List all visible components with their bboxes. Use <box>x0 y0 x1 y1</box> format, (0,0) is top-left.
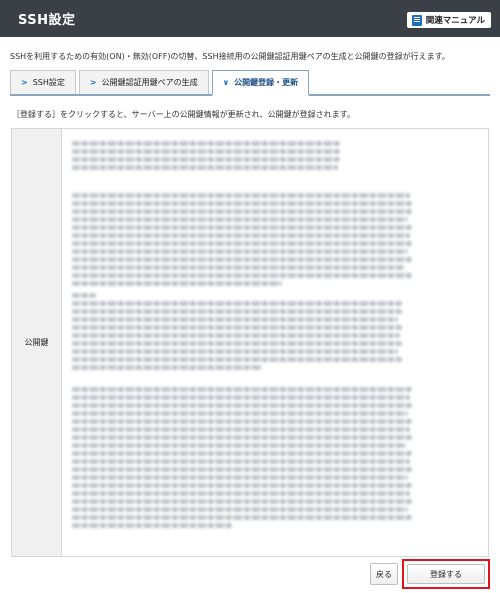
tab-public-key-register[interactable]: ∨ 公開鍵登録・更新 <box>211 70 310 96</box>
related-manual-button[interactable]: 関連マニュアル <box>406 12 491 28</box>
tab-ssh-settings[interactable]: > SSH設定 <box>10 70 76 94</box>
register-button-highlight: 登録する <box>402 559 490 589</box>
chevron-right-icon: > <box>21 78 28 87</box>
related-manual-label: 関連マニュアル <box>425 16 485 26</box>
page-title: SSH設定 <box>18 13 76 28</box>
redacted-key-block <box>72 193 412 289</box>
public-key-form: 公開鍵 <box>11 128 489 557</box>
redacted-key-block <box>72 141 340 173</box>
register-button[interactable]: 登録する <box>407 564 485 584</box>
page-description: SSHを利用するための有効(ON)・無効(OFF)の切替、SSH接続用の公開鍵認… <box>10 52 450 61</box>
form-actions: 戻る 登録する <box>370 559 490 589</box>
tab-keypair-generate[interactable]: > 公開鍵認証用鍵ペアの生成 <box>78 70 209 94</box>
tab-label: 公開鍵認証用鍵ペアの生成 <box>101 78 198 87</box>
redacted-key-block <box>72 387 412 531</box>
public-key-textarea[interactable] <box>62 129 488 556</box>
redacted-key-block <box>72 293 402 373</box>
chevron-right-icon: > <box>89 78 97 87</box>
public-key-label: 公開鍵 <box>12 129 62 556</box>
tab-bar: > SSH設定 > 公開鍵認証用鍵ペアの生成 ∨ 公開鍵登録・更新 <box>10 70 490 96</box>
register-notice: ［登録する］をクリックすると、サーバー上の公開鍵情報が更新され、公開鍵が登録され… <box>12 110 355 119</box>
page-header: SSH設定 関連マニュアル <box>0 0 500 37</box>
tab-label: 公開鍵登録・更新 <box>234 78 299 87</box>
book-icon <box>411 14 422 26</box>
tab-label: SSH設定 <box>32 78 65 87</box>
back-button[interactable]: 戻る <box>370 563 398 585</box>
chevron-down-icon: ∨ <box>222 78 230 87</box>
